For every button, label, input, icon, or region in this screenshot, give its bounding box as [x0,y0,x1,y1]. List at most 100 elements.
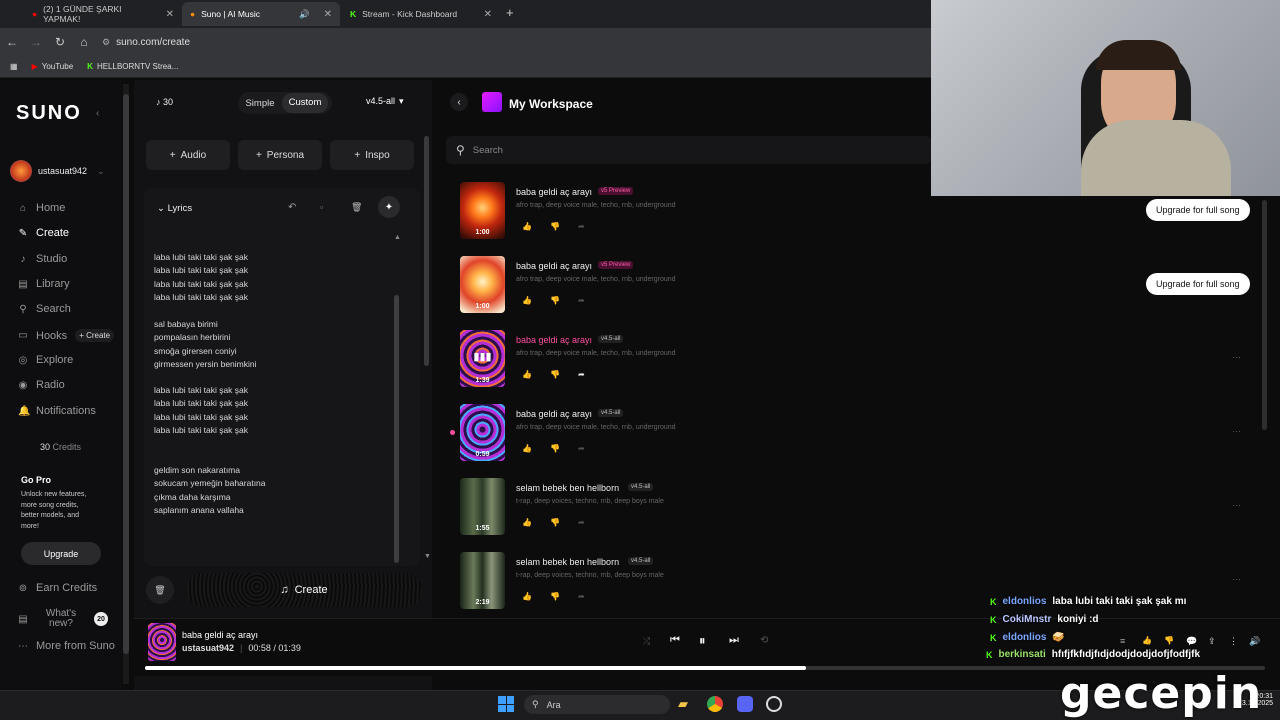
more-options-icon[interactable]: ⋯ [1232,352,1241,363]
more-options-icon[interactable]: ⋯ [1232,574,1241,585]
trash-icon[interactable]: 🗑 [351,202,362,213]
share-icon[interactable]: ➦ [578,370,585,379]
thumbs-up-icon[interactable]: 👍 [522,592,532,601]
song-cover[interactable]: 1:00 [460,182,505,239]
song-title[interactable]: baba geldi aç arayı [516,261,592,271]
share-icon[interactable]: ➦ [578,296,585,305]
panel-scrollbar[interactable] [424,128,430,560]
song-title[interactable]: selam bebek ben hellborn [516,483,619,493]
close-icon[interactable]: ✕ [166,9,174,20]
scroll-up-icon[interactable]: ▲ [394,234,401,241]
tab-kick[interactable]: K Stream - Kick Dashboard ✕ [342,2,500,26]
thumbs-down-icon[interactable]: 👎 [550,296,560,305]
more-options-icon[interactable]: ⋮ [1229,636,1238,647]
queue-icon[interactable]: ≡ [1120,636,1125,646]
song-row[interactable]: 1:00 baba geldi aç arayı v5 Preview afro… [460,256,1260,316]
url-field[interactable]: suno.com/create [116,37,190,48]
speaker-icon[interactable]: 🔊 [299,9,310,20]
site-info-icon[interactable]: ⚙ [102,37,110,48]
sidebar-item-radio[interactable]: ◉ Radio [18,379,65,391]
tab-youtube[interactable]: ● (2) 1 GÜNDE ŞARKI YAPMAK! ✕ [24,2,182,26]
previous-icon[interactable]: ⏮ [670,634,680,647]
earn-credits-link[interactable]: ⊚ Earn Credits [18,582,97,594]
collapse-sidebar-icon[interactable]: ‹ [96,108,99,119]
sidebar-item-notifications[interactable]: 🔔 Notifications [18,405,96,417]
thumbs-down-icon[interactable]: 👎 [550,518,560,527]
song-title[interactable]: baba geldi aç arayı [516,187,592,197]
volume-icon[interactable]: 🔊 [1249,636,1260,647]
clear-trash-button[interactable]: 🗑 [146,576,174,604]
reload-icon[interactable]: ↻ [48,35,72,49]
thumbs-down-icon[interactable]: 👎 [550,444,560,453]
more-from-suno-link[interactable]: ⋯ More from Suno [18,640,115,652]
thumbs-up-icon[interactable]: 👍 [522,222,532,231]
steam-icon[interactable] [766,696,782,712]
lyrics-scrollbar[interactable] [394,295,399,563]
share-icon[interactable]: ➦ [578,222,585,231]
thumbs-down-icon[interactable]: 👎 [550,592,560,601]
song-title[interactable]: baba geldi aç arayı [516,409,592,419]
lyrics-verse[interactable]: sal babaya birimi pompalasın herbirini s… [154,318,257,372]
workspace-scrollbar[interactable] [1262,200,1267,430]
lyrics-header[interactable]: ⌄ Lyrics [157,203,192,214]
close-icon[interactable]: ✕ [324,9,332,20]
repeat-icon[interactable]: ⟲ [760,635,768,646]
chrome-icon[interactable] [707,696,723,712]
song-row-playing[interactable]: ▮▮▮ 1:39 baba geldi aç arayı v4.5-all af… [460,330,1260,390]
lyrics-verse[interactable]: laba lubi taki taki şak şak laba lubi ta… [154,384,248,438]
upgrade-full-song-button[interactable]: Upgrade for full song [1146,273,1250,295]
file-explorer-icon[interactable]: ▰ [678,696,688,712]
magic-wand-icon[interactable]: ✦ [378,196,400,218]
thumbs-down-icon[interactable]: 👎 [550,370,560,379]
next-icon[interactable]: ⏭ [729,634,739,647]
back-button[interactable]: ‹ [450,93,468,111]
user-profile[interactable]: ustasuat942 ⌄ [10,160,105,182]
new-tab-button[interactable]: + [506,5,514,20]
add-audio-button[interactable]: + Audio [146,140,230,170]
song-cover[interactable]: 1:00 [460,256,505,313]
whats-new-link[interactable]: ▤ What's new? 20 [18,609,108,629]
sidebar-item-explore[interactable]: ◎ Explore [18,354,74,366]
share-icon[interactable]: ➦ [578,518,585,527]
lyrics-verse[interactable]: laba lubi taki taki şak şak laba lubi ta… [154,251,248,305]
sidebar-scrollbar[interactable] [123,84,129,684]
upgrade-button[interactable]: Upgrade [21,542,101,565]
apps-icon[interactable]: ▦ [10,62,18,71]
song-cover[interactable]: 1:55 [460,478,505,535]
suno-logo[interactable]: SUNO [16,102,82,125]
more-options-icon[interactable]: ⋯ [1232,426,1241,437]
mode-simple-tab[interactable]: Simple [238,98,282,109]
back-icon[interactable]: ← [0,35,24,49]
search-input[interactable]: Search [473,145,503,156]
bookmark-youtube[interactable]: ▶ YouTube [32,62,74,71]
thumbs-down-icon[interactable]: 👎 [1164,636,1174,645]
share-icon[interactable]: ➦ [578,592,585,601]
song-title[interactable]: selam bebek ben hellborn [516,557,619,567]
song-cover[interactable]: 2:19 [460,552,505,609]
shuffle-icon[interactable]: ⤮ [643,636,650,647]
song-title[interactable]: baba geldi aç arayı [516,335,592,345]
scroll-down-icon[interactable]: ▼ [424,553,431,560]
sidebar-item-home[interactable]: ⌂ Home [18,202,65,214]
tab-suno[interactable]: ● Suno | AI Music 🔊 ✕ [182,2,340,26]
song-row[interactable]: 1:55 selam bebek ben hellborn v4.5-all t… [460,478,1260,538]
home-icon[interactable]: ⌂ [72,35,96,49]
song-row[interactable]: 0:59 baba geldi aç arayı v4.5-all afro t… [460,404,1260,464]
pause-icon[interactable]: ⏸ [699,633,706,649]
share-icon[interactable]: ⇪ [1208,636,1216,647]
add-inspo-button[interactable]: + Inspo [330,140,414,170]
thumbs-up-icon[interactable]: 👍 [522,444,532,453]
windows-start-icon[interactable] [498,696,514,712]
sidebar-item-create[interactable]: ✎ Create [18,227,69,239]
song-cover[interactable]: ▮▮▮ 1:39 [460,330,505,387]
bookmark-hellborntv[interactable]: K HELLBORNTV Strea... [87,62,178,71]
sidebar-item-search[interactable]: ⚲ Search [18,303,71,315]
thumbs-up-icon[interactable]: 👍 [1142,636,1152,645]
sidebar-item-library[interactable]: ▤ Library [18,278,69,290]
search-box[interactable]: ⚲ Search [446,136,931,164]
mode-custom-tab[interactable]: Custom [282,93,328,113]
add-persona-button[interactable]: + Persona [238,140,322,170]
copy-icon[interactable]: ▫ [320,202,323,212]
song-cover[interactable]: 0:59 [460,404,505,461]
thumbs-up-icon[interactable]: 👍 [522,296,532,305]
